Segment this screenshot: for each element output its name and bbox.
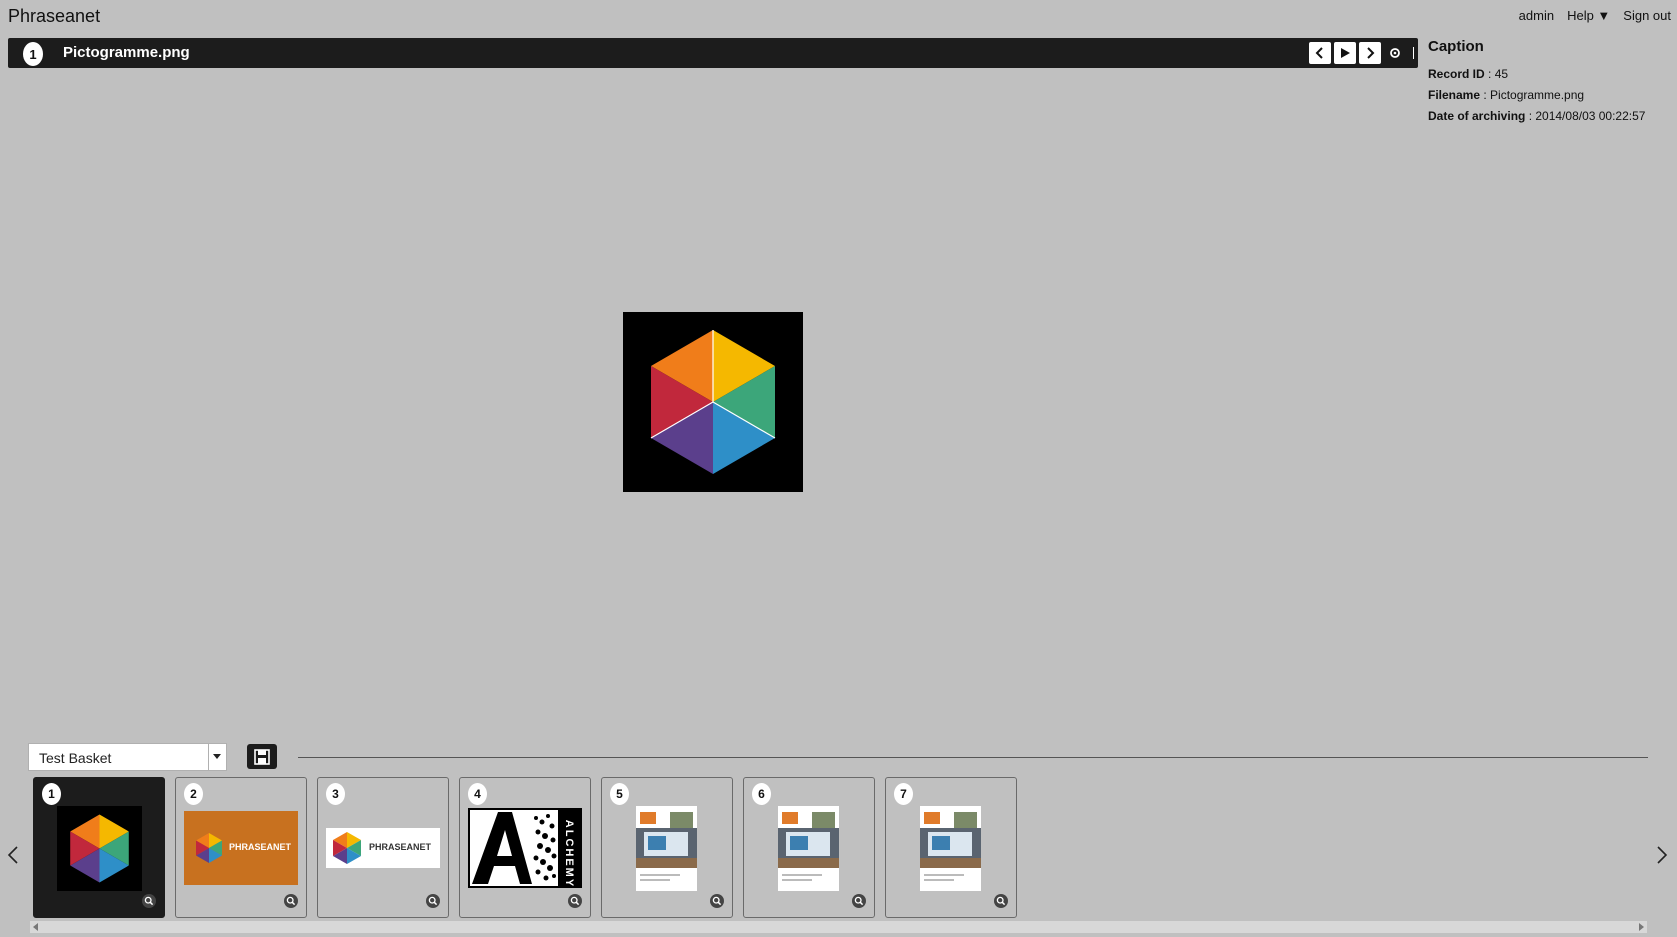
previous-button[interactable] xyxy=(1309,42,1331,64)
save-basket-button[interactable] xyxy=(247,744,277,769)
help-menu[interactable]: Help ▼ xyxy=(1567,8,1610,23)
zoom-icon xyxy=(284,894,298,908)
preview-titlebar: 1 Pictogramme.png xyxy=(8,38,1418,68)
scroll-left-icon[interactable] xyxy=(33,923,39,931)
caption-field-filename: Filename : Pictogramme.png xyxy=(1428,88,1668,102)
zoom-button[interactable] xyxy=(142,894,156,913)
thumbnail-number: 5 xyxy=(610,783,629,805)
play-icon xyxy=(1341,48,1350,58)
zoom-icon xyxy=(710,894,724,908)
caption-label: Record ID xyxy=(1428,67,1485,81)
thumbnail-number: 2 xyxy=(184,783,203,805)
thumbnail-item[interactable]: 2 PHRASEANET xyxy=(175,777,307,918)
zoom-button[interactable] xyxy=(994,894,1008,913)
thumbnail-item[interactable]: 6 xyxy=(743,777,875,918)
zoom-icon xyxy=(142,894,156,908)
strip-prev-button[interactable] xyxy=(5,845,21,870)
caret-down-icon xyxy=(213,754,221,759)
thumbnail-number: 7 xyxy=(894,783,913,805)
chevron-right-icon xyxy=(1657,846,1668,864)
caption-label: Date of archiving xyxy=(1428,109,1526,123)
zoom-button[interactable] xyxy=(284,894,298,913)
play-button[interactable] xyxy=(1334,42,1356,64)
settings-button[interactable] xyxy=(1384,42,1406,64)
thumbnail-label: ALCHEMY xyxy=(563,819,575,889)
chevron-left-icon xyxy=(1315,47,1323,59)
thumbnail-item[interactable]: 7 xyxy=(885,777,1017,918)
user-menu[interactable]: admin xyxy=(1519,8,1554,23)
thumbnail-number: 4 xyxy=(468,783,487,805)
caption-title: Caption xyxy=(1428,38,1484,55)
chevron-right-icon xyxy=(1367,47,1375,59)
caption-panel: Caption Record ID : 45 Filename : Pictog… xyxy=(1428,38,1668,130)
zoom-icon xyxy=(994,894,1008,908)
caption-field-record-id: Record ID : 45 xyxy=(1428,67,1668,81)
controls-divider xyxy=(1413,47,1414,59)
thumbnail-image: ALCHEMY xyxy=(468,808,582,888)
zoom-button[interactable] xyxy=(852,894,866,913)
signout-link[interactable]: Sign out xyxy=(1623,8,1671,23)
record-filename: Pictogramme.png xyxy=(63,44,190,61)
record-index-badge: 1 xyxy=(23,42,43,66)
thumbnail-item[interactable]: 1 xyxy=(33,777,165,918)
cube-logo-image xyxy=(650,330,776,474)
thumbnail-image xyxy=(920,806,981,891)
next-button[interactable] xyxy=(1359,42,1381,64)
thumbnail-image: PHRASEANET xyxy=(326,828,440,868)
thumbnail-item[interactable]: 4 ALCHEMY xyxy=(459,777,591,918)
thumbnail-number: 1 xyxy=(42,783,61,805)
chevron-left-icon xyxy=(7,846,18,864)
settings-icon xyxy=(1390,48,1400,58)
caption-field-date: Date of archiving : 2014/08/03 00:22:57 xyxy=(1428,109,1668,123)
caption-value: : 2014/08/03 00:22:57 xyxy=(1525,109,1646,123)
caption-value: : 45 xyxy=(1484,67,1509,81)
thumbnail-image xyxy=(57,806,142,891)
thumbnail-label: PHRASEANET xyxy=(369,842,432,852)
thumbnail-label: PHRASEANET xyxy=(229,842,292,852)
caption-value: : Pictogramme.png xyxy=(1480,88,1585,102)
basket-divider xyxy=(298,757,1648,758)
thumbnail-number: 3 xyxy=(326,783,345,805)
basket-select[interactable]: Test Basket xyxy=(28,743,227,771)
thumbnail-item[interactable]: 3 PHRASEANET xyxy=(317,777,449,918)
app-title: Phraseanet xyxy=(8,6,101,26)
top-nav: admin Help ▼ Sign out xyxy=(1519,8,1671,23)
thumbnail-number: 6 xyxy=(752,783,771,805)
thumbnail-item[interactable]: 5 xyxy=(601,777,733,918)
thumbnail-image xyxy=(778,806,839,891)
horizontal-scrollbar[interactable] xyxy=(30,921,1647,933)
zoom-icon xyxy=(568,894,582,908)
thumbnail-image: PHRASEANET xyxy=(184,811,298,885)
zoom-icon xyxy=(852,894,866,908)
save-icon xyxy=(254,748,270,765)
zoom-button[interactable] xyxy=(710,894,724,913)
strip-next-button[interactable] xyxy=(1654,845,1670,870)
zoom-button[interactable] xyxy=(426,894,440,913)
preview-controls xyxy=(1309,42,1414,64)
preview-image xyxy=(623,312,803,492)
basket-dropdown[interactable] xyxy=(208,744,225,770)
scroll-right-icon[interactable] xyxy=(1638,923,1644,931)
thumbnail-image xyxy=(636,806,697,891)
caption-label: Filename xyxy=(1428,88,1481,102)
zoom-icon xyxy=(426,894,440,908)
zoom-button[interactable] xyxy=(568,894,582,913)
